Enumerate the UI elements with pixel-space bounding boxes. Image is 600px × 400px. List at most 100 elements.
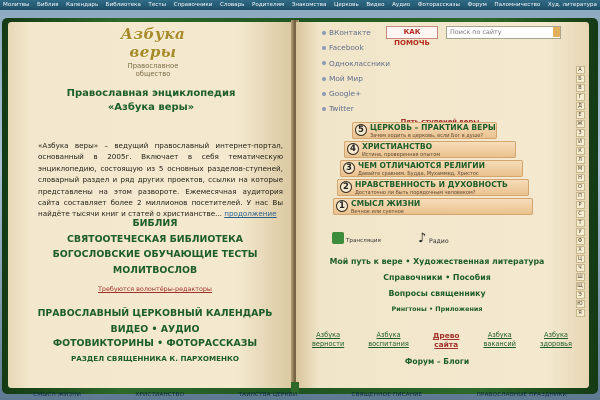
bottom-sacraments[interactable]: ТАИНСТВА ЦЕРКВИ: [239, 392, 298, 398]
alpha-letter[interactable]: Э: [575, 291, 585, 300]
nav-video[interactable]: Видео: [366, 0, 384, 10]
vk-link[interactable]: ВКонтакте: [329, 25, 371, 40]
nav-library[interactable]: Библиотека: [106, 0, 141, 10]
nav-photostories[interactable]: Фоторассказы: [418, 0, 460, 10]
alphabet-index: А Б В Г Д Е Ж З И К Л М Н О П Р С Т У Ф …: [575, 66, 585, 318]
nav-fiction[interactable]: Худ. литература: [548, 0, 597, 10]
nav-pilgrimage[interactable]: Паломничество: [494, 0, 540, 10]
mymir-link[interactable]: Мой Мир: [329, 71, 363, 86]
project-health[interactable]: Азбука здоровья: [540, 331, 572, 349]
prayers-link[interactable]: МОЛИТВОСЛОВ: [113, 265, 197, 276]
step-4-christianity[interactable]: 4 ХРИСТИАНСТВО Истина, проверенная опыто…: [344, 141, 516, 158]
priest-questions-link[interactable]: Вопросы священнику: [388, 289, 485, 298]
photostories-link[interactable]: ФОТОРАССКАЗЫ: [166, 338, 257, 349]
broadcast-icon[interactable]: [332, 232, 344, 244]
bottom-holidays[interactable]: ПРАВОСЛАВНЫЕ ПРАЗДНИКИ: [477, 392, 567, 398]
manuals-link[interactable]: Пособия: [453, 273, 491, 282]
alpha-letter[interactable]: Б: [575, 75, 585, 84]
nav-bible[interactable]: Библия: [37, 0, 59, 10]
radio-label[interactable]: Радио: [429, 238, 449, 245]
project-upbringing[interactable]: Азбука воспитания: [368, 331, 409, 349]
alpha-letter[interactable]: М: [575, 165, 585, 174]
alpha-letter[interactable]: В: [575, 84, 585, 93]
alpha-letter[interactable]: П: [575, 192, 585, 201]
alpha-letter[interactable]: Н: [575, 174, 585, 183]
library-link[interactable]: СВЯТООТЕЧЕСКАЯ БИБЛИОТЕКА: [67, 234, 243, 245]
alpha-letter[interactable]: У: [575, 228, 585, 237]
alpha-letter[interactable]: Д: [575, 102, 585, 111]
nav-forum[interactable]: Форум: [468, 0, 487, 10]
step-5-church[interactable]: 5 ЦЕРКОВЬ – ПРАКТИКА ВЕРЫ Зачем ходить в…: [352, 122, 497, 139]
alpha-letter[interactable]: О: [575, 183, 585, 192]
project-vacancies[interactable]: Азбука вакансий: [483, 331, 515, 349]
googleplus-link[interactable]: Google+: [329, 86, 361, 101]
broadcast-label[interactable]: Трансляция: [346, 238, 381, 244]
alpha-letter[interactable]: Т: [575, 219, 585, 228]
alpha-letter[interactable]: Щ: [575, 282, 585, 291]
ok-link[interactable]: Одноклассники: [329, 56, 390, 71]
nav-calendar[interactable]: Календарь: [66, 0, 98, 10]
calendar-link[interactable]: ПРАВОСЛАВНЫЙ ЦЕРКОВНЫЙ КАЛЕНДАРЬ: [38, 308, 273, 319]
step-subtitle: Достаточно ли быть порядочным человеком?: [355, 189, 476, 196]
step-2-morality[interactable]: 2 НРАВСТВЕННОСТЬ И ДУХОВНОСТЬ Достаточно…: [337, 179, 529, 196]
nav-prayers[interactable]: Молитвы: [3, 0, 29, 10]
video-link[interactable]: ВИДЕО: [111, 324, 149, 335]
quizzes-link[interactable]: ФОТОВИКТОРИНЫ: [53, 338, 154, 349]
alpha-letter[interactable]: Л: [575, 156, 585, 165]
alpha-letter[interactable]: Ч: [575, 264, 585, 273]
search-button[interactable]: [553, 27, 560, 37]
nav-dictionary[interactable]: Словарь: [220, 0, 244, 10]
alpha-letter[interactable]: Ф: [575, 237, 585, 246]
alpha-letter[interactable]: К: [575, 147, 585, 156]
alpha-letter[interactable]: Я: [575, 309, 585, 318]
alpha-letter[interactable]: И: [575, 138, 585, 147]
site-logo[interactable]: Азбука веры Православное общество: [110, 25, 196, 78]
nav-parents[interactable]: Родителям: [252, 0, 284, 10]
alpha-letter[interactable]: Ц: [575, 255, 585, 264]
nav-church[interactable]: Церковь: [334, 0, 359, 10]
twitter-icon: [322, 107, 326, 112]
music-note-icon[interactable]: ♪: [418, 231, 426, 246]
alpha-letter[interactable]: Г: [575, 93, 585, 102]
nav-tests[interactable]: Тесты: [148, 0, 166, 10]
step-subtitle: Давайте сравним. Будда, Мухаммед, Христо…: [358, 170, 479, 177]
ringtones-link[interactable]: Рингтоны: [392, 305, 427, 313]
nav-dating[interactable]: Знакомства: [292, 0, 327, 10]
alpha-letter[interactable]: Х: [575, 246, 585, 255]
step-title: ЦЕРКОВЬ – ПРАКТИКА ВЕРЫ: [370, 123, 496, 132]
alpha-letter[interactable]: З: [575, 129, 585, 138]
alpha-letter[interactable]: С: [575, 210, 585, 219]
blogs-link[interactable]: Блоги: [443, 357, 469, 366]
step-1-meaning-of-life[interactable]: 1 СМЫСЛ ЖИЗНИ Вечное или суетное: [333, 198, 533, 215]
fiction-link[interactable]: Художественная литература: [413, 257, 544, 266]
site-tree[interactable]: Древо сайта: [433, 331, 460, 349]
volunteer-link[interactable]: Требуются волонтёры-редакторы: [26, 285, 284, 293]
step-title: НРАВСТВЕННОСТЬ И ДУХОВНОСТЬ: [355, 180, 508, 189]
alpha-letter[interactable]: А: [575, 66, 585, 75]
nav-audio[interactable]: Аудио: [392, 0, 410, 10]
tests-link[interactable]: БОГОСЛОВСКИЕ ОБУЧАЮЩИЕ ТЕСТЫ: [53, 249, 258, 260]
search-input[interactable]: Поиск по сайту: [446, 26, 561, 39]
forum-link[interactable]: Форум: [405, 357, 434, 366]
my-path-link[interactable]: Мой путь к вере: [330, 257, 403, 266]
twitter-link[interactable]: Twitter: [329, 101, 354, 116]
alpha-letter[interactable]: Ж: [575, 120, 585, 129]
bottom-meaning-of-life[interactable]: СМЫСЛ ЖИЗНИ: [33, 392, 81, 398]
alpha-letter[interactable]: Р: [575, 201, 585, 210]
facebook-link[interactable]: Facebook: [329, 40, 364, 55]
apps-link[interactable]: Приложения: [435, 305, 482, 313]
help-button[interactable]: КАК ПОМОЧЬ: [386, 26, 438, 47]
audio-link[interactable]: АУДИО: [161, 324, 200, 335]
alpha-letter[interactable]: Ю: [575, 300, 585, 309]
bottom-christianity[interactable]: ХРИСТИАНСТВО: [135, 392, 184, 398]
bible-link[interactable]: БИБЛИЯ: [133, 218, 178, 229]
priest-section-link[interactable]: РАЗДЕЛ СВЯЩЕННИКА К. ПАРХОМЕНКО: [26, 354, 284, 363]
bottom-scripture[interactable]: СВЯЩЕННОЕ ПИСАНИЕ: [352, 392, 423, 398]
project-fidelity[interactable]: Азбука верности: [312, 331, 344, 349]
step-3-religions[interactable]: 3 ЧЕМ ОТЛИЧАЮТСЯ РЕЛИГИИ Давайте сравним…: [340, 160, 523, 177]
nav-handbooks[interactable]: Справочники: [174, 0, 213, 10]
project-line: Азбука: [376, 331, 401, 339]
alpha-letter[interactable]: Е: [575, 111, 585, 120]
alpha-letter[interactable]: Ш: [575, 273, 585, 282]
handbooks-link[interactable]: Справочники: [383, 273, 442, 282]
